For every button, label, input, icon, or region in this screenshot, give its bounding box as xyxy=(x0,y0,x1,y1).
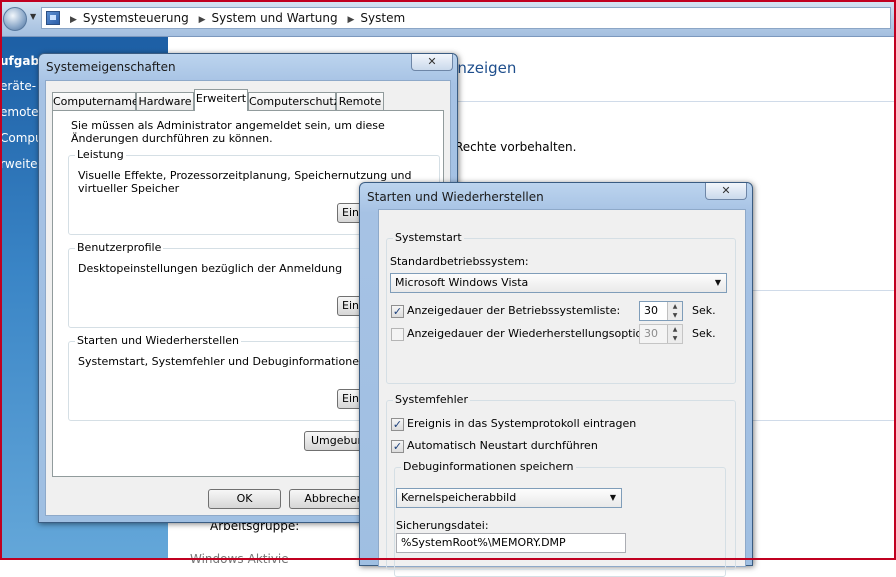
group-legend: Debuginformationen speichern xyxy=(401,460,576,473)
chevron-right-icon[interactable]: ▶ xyxy=(70,15,77,25)
dump-file-label: Sicherungsdatei: xyxy=(396,519,489,532)
dump-file-input[interactable]: %SystemRoot%\MEMORY.DMP xyxy=(396,533,626,553)
window-title: Systemeigenschaften xyxy=(46,60,176,74)
task-link-remote[interactable]: emote xyxy=(0,105,39,119)
tab-hardware[interactable]: Hardware xyxy=(136,92,194,111)
spinner-arrows[interactable]: ▲ ▼ xyxy=(667,325,682,343)
group-description: Systemstart, Systemfehler und Debuginfor… xyxy=(78,355,366,368)
breadcrumb-trail: ▶ Systemsteuerung ▶ System und Wartung ▶ Sy… xyxy=(64,11,405,25)
os-list-time-stepper[interactable]: 30 ▲ ▼ xyxy=(639,301,683,321)
breadcrumb[interactable]: ▶ Systemsteuerung ▶ System und Wartung ▶ Sy… xyxy=(41,7,891,29)
default-os-label: Standardbetriebssystem: xyxy=(390,255,529,268)
startup-recovery-dialog: Starten und Wiederherstellen ✕ Systemsta… xyxy=(359,182,753,577)
chevron-right-icon[interactable]: ▶ xyxy=(347,15,354,25)
os-list-time-label: Anzeigedauer der Betriebssystemliste: xyxy=(407,304,621,317)
group-legend: Systemstart xyxy=(393,231,464,244)
tab-computerschutz[interactable]: Computerschutz xyxy=(248,92,340,111)
history-dropdown-icon[interactable]: ▼ xyxy=(30,12,36,21)
group-systemfehler: Systemfehler ✓ Ereignis in das Systempro… xyxy=(386,393,736,577)
task-link-computer-protection[interactable]: Compu xyxy=(0,131,43,145)
chevron-right-icon[interactable]: ▶ xyxy=(199,15,206,25)
close-button[interactable]: ✕ xyxy=(411,54,453,71)
recovery-time-unit: Sek. xyxy=(692,327,716,340)
auto-restart-label: Automatisch Neustart durchführen xyxy=(407,439,598,452)
close-button[interactable]: ✕ xyxy=(705,183,747,200)
activation-label: Windows-Aktivie xyxy=(190,552,289,566)
default-os-select[interactable]: Microsoft Windows Vista ▼ xyxy=(390,273,727,293)
recovery-time-value: 30 xyxy=(644,327,658,340)
write-event-log-checkbox[interactable]: ✓ xyxy=(391,418,404,431)
breadcrumb-item-system-und-wartung[interactable]: System und Wartung xyxy=(212,11,338,25)
dump-type-value: Kernelspeicherabbild xyxy=(401,491,517,504)
os-list-time-unit: Sek. xyxy=(692,304,716,317)
breadcrumb-item-system[interactable]: System xyxy=(360,11,405,25)
default-os-value: Microsoft Windows Vista xyxy=(395,276,529,289)
recovery-time-label: Anzeigedauer der Wiederherstellungsoptio… xyxy=(407,327,667,340)
chevron-down-icon: ▼ xyxy=(714,278,721,287)
ok-button[interactable]: OK xyxy=(208,489,281,509)
down-arrow-icon[interactable]: ▼ xyxy=(668,311,682,320)
group-legend: Systemfehler xyxy=(393,393,470,406)
group-legend: Benutzerprofile xyxy=(75,241,164,254)
group-systemstart: Systemstart Standardbetriebssystem: Micr… xyxy=(386,231,736,384)
group-legend: Starten und Wiederherstellen xyxy=(75,334,241,347)
task-link-device-manager[interactable]: eräte- xyxy=(0,79,36,93)
group-description: Desktopeinstellungen bezüglich der Anmel… xyxy=(78,262,343,275)
tab-erweitert[interactable]: Erweitert xyxy=(194,89,248,111)
task-pane-heading: ufgab xyxy=(0,54,40,68)
admin-note: Sie müssen als Administrator angemeldet … xyxy=(71,119,385,145)
dialog-title: Starten und Wiederherstellen xyxy=(367,190,544,204)
breadcrumb-item-systemsteuerung[interactable]: Systemsteuerung xyxy=(83,11,189,25)
os-list-time-checkbox[interactable]: ✓ xyxy=(391,305,404,318)
tab-remote[interactable]: Remote xyxy=(336,92,384,111)
task-link-advanced[interactable]: rweite xyxy=(0,157,38,171)
copyright-text: Rechte vorbehalten. xyxy=(455,140,577,154)
tab-computername[interactable]: Computername xyxy=(52,92,139,111)
down-arrow-icon[interactable]: ▼ xyxy=(668,334,682,343)
control-panel-icon xyxy=(46,11,60,25)
address-bar: ▼ ▶ Systemsteuerung ▶ System und Wartung ▶… xyxy=(0,0,896,37)
group-legend: Leistung xyxy=(75,148,126,161)
dialog-client: Systemstart Standardbetriebssystem: Micr… xyxy=(378,209,746,577)
recovery-time-stepper[interactable]: 30 ▲ ▼ xyxy=(639,324,683,344)
group-debuginformationen: Debuginformationen speichern Kernelspeic… xyxy=(394,460,726,577)
back-button[interactable] xyxy=(3,7,27,31)
dump-type-select[interactable]: Kernelspeicherabbild ▼ xyxy=(396,488,622,508)
recovery-time-checkbox[interactable] xyxy=(391,328,404,341)
write-event-log-label: Ereignis in das Systemprotokoll eintrage… xyxy=(407,417,637,430)
os-list-time-value: 30 xyxy=(644,304,658,317)
chevron-down-icon: ▼ xyxy=(609,493,616,502)
auto-restart-checkbox[interactable]: ✓ xyxy=(391,440,404,453)
spinner-arrows[interactable]: ▲ ▼ xyxy=(667,302,682,320)
